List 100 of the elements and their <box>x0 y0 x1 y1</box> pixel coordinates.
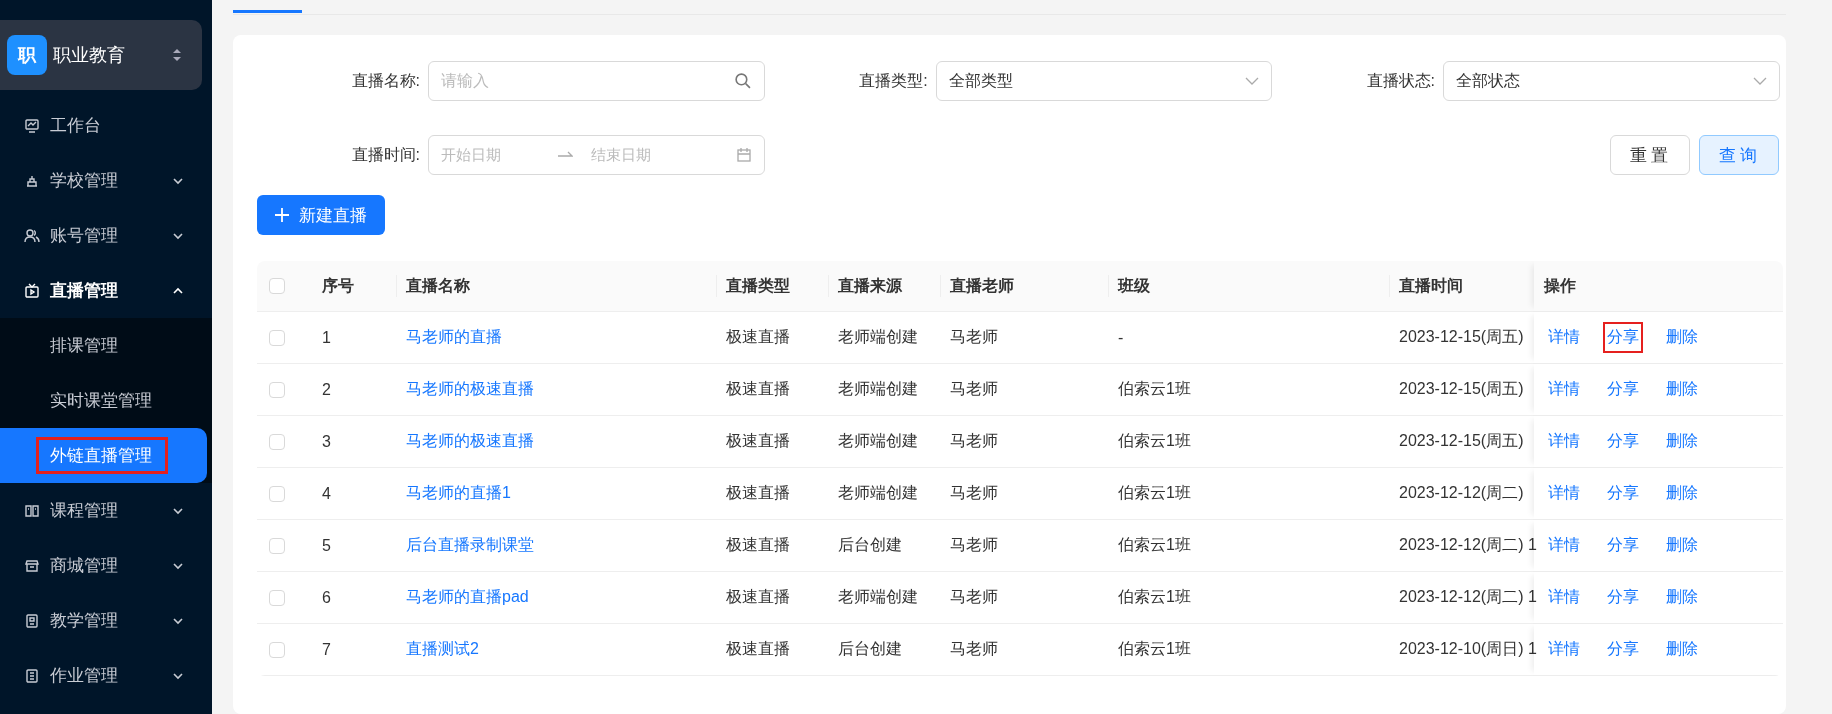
sidebar-item[interactable]: 直播管理 <box>0 263 212 318</box>
column-header: 直播来源 <box>838 275 902 296</box>
action-link[interactable]: 详情 <box>1544 426 1584 457</box>
sidebar-item[interactable]: 课程管理 <box>0 483 212 538</box>
column-header: 班级 <box>1118 275 1150 296</box>
table-cell: 4 <box>322 484 331 503</box>
table-cell: 3 <box>322 432 331 451</box>
table-cell-text: 老师端创建 <box>838 379 918 399</box>
sidebar-item[interactable]: 作业管理 <box>0 648 212 703</box>
calendar-icon <box>736 147 752 163</box>
sidebar-item[interactable]: 账号管理 <box>0 208 212 263</box>
search-field[interactable]: 请输入 <box>428 61 765 101</box>
checkbox[interactable] <box>269 641 285 658</box>
table-cell: 1 <box>322 328 331 347</box>
table-cell-text: 马老师 <box>950 535 998 555</box>
sidebar-subitem[interactable]: 外链直播管理 <box>0 428 207 483</box>
menu-item-icon <box>24 612 40 629</box>
table-cell: 7 <box>322 640 331 659</box>
action-link[interactable]: 删除 <box>1662 374 1702 405</box>
filter-label: 直播状态: <box>1365 70 1435 91</box>
column-header: 直播类型 <box>726 275 790 296</box>
column-header: 直播名称 <box>406 275 470 296</box>
checkbox[interactable] <box>269 329 285 346</box>
action-link[interactable]: 删除 <box>1662 322 1702 353</box>
select-field[interactable]: 全部状态 <box>1443 61 1780 101</box>
select-field[interactable]: 全部类型 <box>935 61 1272 101</box>
table-cell-text: 2023-12-12(周二) <box>1399 483 1524 503</box>
action-link[interactable]: 详情 <box>1544 530 1584 561</box>
table-cell-text: 老师端创建 <box>838 327 918 347</box>
table-cell-text: 极速直播 <box>726 639 790 659</box>
action-link[interactable]: 分享 <box>1603 582 1643 613</box>
sidebar-subitem[interactable]: 排课管理 <box>0 318 212 373</box>
checkbox[interactable] <box>269 485 285 502</box>
action-link[interactable]: 详情 <box>1544 374 1584 405</box>
action-link[interactable]: 分享 <box>1603 374 1643 405</box>
live-name-link[interactable]: 马老师的直播1 <box>406 483 511 504</box>
action-link[interactable]: 详情 <box>1544 634 1584 665</box>
checkbox[interactable] <box>269 433 285 450</box>
column-header: 操作 <box>1544 275 1576 296</box>
live-name-link[interactable]: 马老师的直播pad <box>406 587 529 608</box>
live-name-link[interactable]: 马老师的直播 <box>406 327 502 348</box>
sidebar-item[interactable]: 工作台 <box>0 98 212 153</box>
action-link[interactable]: 删除 <box>1662 634 1702 665</box>
action-link[interactable]: 详情 <box>1544 322 1584 353</box>
table-cell-text: 极速直播 <box>726 379 790 399</box>
menu-item-icon <box>24 117 40 134</box>
column-header: 直播时间 <box>1399 275 1463 296</box>
menu-item-icon <box>24 227 40 244</box>
table-cell-text: 2023-12-12(周二) 1 <box>1399 535 1537 555</box>
table-cell-text: 后台创建 <box>838 535 902 555</box>
action-link[interactable]: 分享 <box>1603 322 1643 353</box>
table-cell-text: 2023-12-15(周五) <box>1399 379 1524 399</box>
table-cell-text: 伯索云1班 <box>1118 587 1191 607</box>
create-button[interactable]: 新建直播 <box>257 195 385 235</box>
action-link[interactable]: 分享 <box>1603 530 1643 561</box>
checkbox[interactable] <box>269 589 285 606</box>
action-link[interactable]: 删除 <box>1662 426 1702 457</box>
checkbox[interactable] <box>269 278 285 294</box>
reset-button[interactable]: 重置 <box>1610 135 1690 175</box>
action-link[interactable]: 删除 <box>1662 478 1702 509</box>
table-cell-text: 老师端创建 <box>838 431 918 451</box>
action-link[interactable]: 删除 <box>1662 582 1702 613</box>
live-name-link[interactable]: 直播测试2 <box>406 639 479 660</box>
table-cell: 6 <box>322 588 331 607</box>
table-cell: - <box>1118 328 1124 347</box>
column-header: 直播老师 <box>950 275 1014 296</box>
sidebar-subitem[interactable]: 实时课堂管理 <box>0 373 212 428</box>
checkbox[interactable] <box>269 537 285 554</box>
action-link[interactable]: 分享 <box>1603 426 1643 457</box>
action-link[interactable]: 详情 <box>1544 582 1584 613</box>
live-name-link[interactable]: 后台直播录制课堂 <box>406 535 534 556</box>
sidebar-item[interactable]: 教学管理 <box>0 593 212 648</box>
sort-arrows-icon <box>172 48 182 62</box>
table-cell-text: 2023-12-15(周五) <box>1399 431 1524 451</box>
chevron-icon <box>1245 77 1259 85</box>
table-cell-text: 伯索云1班 <box>1118 639 1191 659</box>
column-header: 序号 <box>322 275 354 296</box>
menu-item-icon <box>24 557 40 574</box>
table-cell-text: 马老师 <box>950 483 998 503</box>
menu-item-icon <box>24 282 40 299</box>
table-cell-text: 极速直播 <box>726 431 790 451</box>
action-link[interactable]: 详情 <box>1544 478 1584 509</box>
menu-item-icon <box>24 502 40 519</box>
table-cell-text: 2023-12-12(周二) 1 <box>1399 587 1537 607</box>
action-link[interactable]: 分享 <box>1603 478 1643 509</box>
plus-icon <box>275 208 289 222</box>
live-name-link[interactable]: 马老师的极速直播 <box>406 431 534 452</box>
sidebar-item[interactable]: 商城管理 <box>0 538 212 593</box>
checkbox[interactable] <box>269 381 285 398</box>
sidebar-item[interactable]: 学校管理 <box>0 153 212 208</box>
org-switcher[interactable]: 职 职业教育 <box>0 20 202 90</box>
live-name-link[interactable]: 马老师的极速直播 <box>406 379 534 400</box>
action-link[interactable]: 删除 <box>1662 530 1702 561</box>
action-link[interactable]: 分享 <box>1603 634 1643 665</box>
table-cell-text: 后台创建 <box>838 639 902 659</box>
query-button[interactable]: 查询 <box>1699 135 1779 175</box>
filter-label: 直播时间: <box>350 144 420 165</box>
table-cell-text: 极速直播 <box>726 587 790 607</box>
table-cell-text: 伯索云1班 <box>1118 431 1191 451</box>
table-cell-text: 2023-12-10(周日) 1 <box>1399 639 1537 659</box>
